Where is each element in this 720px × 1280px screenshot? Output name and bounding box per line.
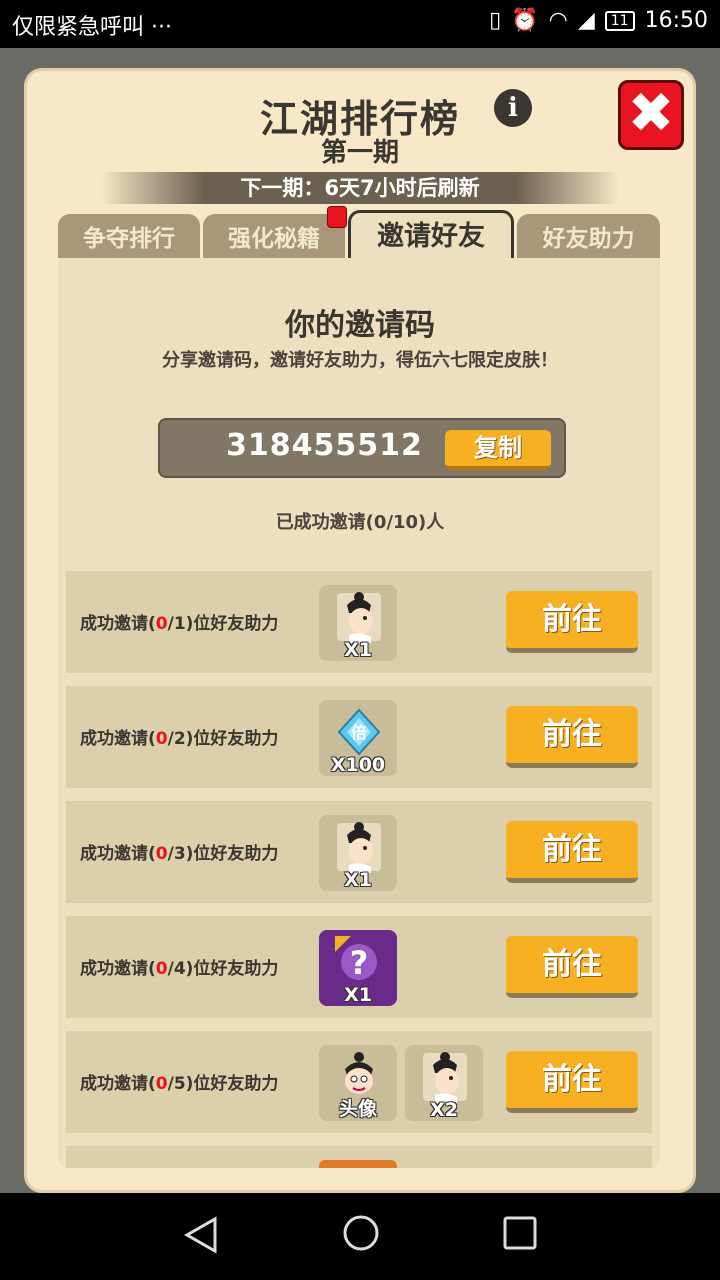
tab-ranking[interactable]: 争夺排行 <box>58 214 200 260</box>
reward-item[interactable]: X1 <box>319 585 397 661</box>
tab-friend-assist[interactable]: 好友助力 <box>517 214 660 260</box>
reward-row-partial <box>66 1146 652 1168</box>
go-button[interactable]: 前往 <box>506 936 638 998</box>
svg-text:倍: 倍 <box>351 723 367 742</box>
tab-invite-friends[interactable]: 邀请好友 <box>348 210 514 262</box>
close-icon: ✖ <box>627 81 675 146</box>
reward-condition: 成功邀请(0/2)位好友助力 <box>80 729 279 749</box>
reward-item <box>319 1160 397 1168</box>
status-bar: 仅限紧急呼叫 ··· ▯ ⏰ ◠ ◢ 11 16:50 <box>0 0 720 48</box>
recents-icon[interactable] <box>502 1215 538 1251</box>
invite-code-heading: 你的邀请码 <box>285 308 435 343</box>
wifi-icon: ◠ <box>548 8 568 33</box>
tab-upgrade-manual[interactable]: 强化秘籍 <box>203 214 345 260</box>
alarm-icon: ⏰ <box>511 8 539 33</box>
home-icon[interactable] <box>341 1213 381 1253</box>
notification-dot <box>327 206 347 228</box>
go-button[interactable]: 前往 <box>506 821 638 883</box>
go-button[interactable]: 前往 <box>506 1051 638 1113</box>
signal-icon: ◢ <box>577 8 595 33</box>
close-button[interactable]: ✖ <box>618 80 684 150</box>
skin-fragment-icon <box>337 822 381 873</box>
reward-quantity: X1 <box>344 984 372 1006</box>
gem-icon: 倍 <box>337 708 381 756</box>
skin-fragment-icon <box>337 592 381 643</box>
reward-condition: 成功邀请(0/5)位好友助力 <box>80 1074 279 1094</box>
reward-quantity: X100 <box>330 754 386 776</box>
reward-condition: 成功邀请(0/4)位好友助力 <box>80 959 279 979</box>
reward-item[interactable]: X1 <box>319 815 397 891</box>
reward-quantity: 头像 <box>338 1098 377 1120</box>
reward-quantity: X1 <box>344 639 372 661</box>
go-button[interactable]: 前往 <box>506 706 638 768</box>
reward-condition: 成功邀请(0/1)位好友助力 <box>80 614 279 634</box>
reward-item[interactable]: 倍 X100 <box>319 700 397 776</box>
status-icons: ▯ ⏰ ◠ ◢ 11 16:50 <box>489 8 708 33</box>
refresh-countdown: 下一期：6天7小时后刷新 <box>100 172 620 204</box>
clock: 16:50 <box>644 8 708 33</box>
invite-code: 318455512 <box>226 428 423 463</box>
reward-row: 成功邀请(0/2)位好友助力 倍 X100 前往 <box>66 686 652 788</box>
invite-description: 分享邀请码，邀请好友助力，得伍六七限定皮肤！ <box>162 350 558 371</box>
reward-item[interactable]: ? X1 <box>319 930 397 1006</box>
reward-row: 成功邀请(0/4)位好友助力 ? X1 前往 <box>66 916 652 1018</box>
battery-icon: 11 <box>604 10 635 31</box>
carrier-text: 仅限紧急呼叫 ··· <box>12 15 172 40</box>
skin-fragment-icon <box>423 1052 467 1103</box>
reward-row: 成功邀请(0/3)位好友助力 X1 前往 <box>66 801 652 903</box>
invite-progress: 已成功邀请(0/10)人 <box>275 512 445 533</box>
vibrate-icon: ▯ <box>489 8 502 33</box>
copy-button[interactable]: 复制 <box>445 430 551 470</box>
reward-row: 成功邀请(0/1)位好友助力 X1 前往 <box>66 571 652 673</box>
reward-quantity: X2 <box>430 1099 458 1121</box>
mystery-box-icon: ? <box>335 936 377 982</box>
reward-quantity: X1 <box>344 869 372 891</box>
reward-item[interactable]: 头像 <box>319 1045 397 1121</box>
reward-item[interactable]: X2 <box>405 1045 483 1121</box>
back-icon[interactable] <box>183 1215 219 1255</box>
dialog-subtitle: 第一期 <box>320 138 399 168</box>
reward-row: 成功邀请(0/5)位好友助力 头像 X2 前往 <box>66 1031 652 1133</box>
reward-condition: 成功邀请(0/3)位好友助力 <box>80 844 279 864</box>
go-button[interactable]: 前往 <box>506 591 638 653</box>
android-nav-bar <box>0 1193 720 1280</box>
svg-text:?: ? <box>350 944 369 982</box>
info-icon[interactable]: i <box>494 89 532 127</box>
